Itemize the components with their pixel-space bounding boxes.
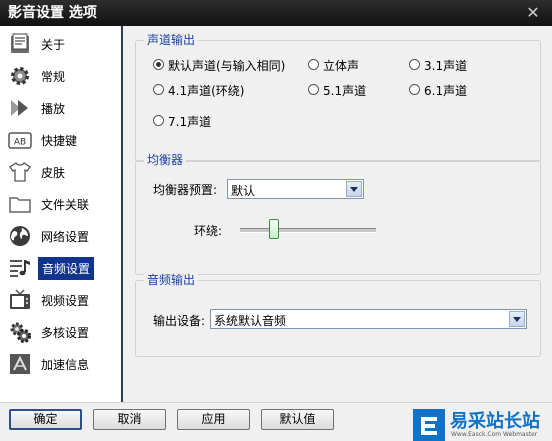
sidebar-item-playback[interactable]: 播放 (0, 92, 120, 124)
radio-label: 5.1声道 (323, 84, 367, 98)
radio-label: 立体声 (323, 59, 360, 73)
radio-label: 7.1声道 (168, 115, 212, 129)
sidebar-item-label: 文件关联 (41, 198, 90, 212)
tv-icon (10, 289, 30, 309)
sidebar-item-video[interactable]: 视频设置 (0, 284, 120, 316)
audio-icon (10, 260, 30, 277)
globe-icon (10, 226, 30, 246)
channel-output-title: 声道输出 (144, 33, 199, 47)
default-values-button[interactable]: 默认值 (261, 409, 334, 430)
close-icon: ✕ (526, 3, 540, 22)
watermark: 易采站长站 Www.Easck.Com Webmaster (413, 409, 552, 441)
keyboard-ab-text: AB (14, 138, 26, 148)
audio-settings-panel: 声道输出 默认声道(与输入相同) 立体声 3.1声道 4.1声道(环绕) 5.1… (125, 26, 552, 402)
play-arrows-icon (11, 100, 28, 116)
sidebar-item-label: 多核设置 (41, 326, 90, 340)
ok-button[interactable]: 确定 (9, 409, 82, 430)
channel-output-group: 声道输出 默认声道(与输入相同) 立体声 3.1声道 4.1声道(环绕) 5.1… (135, 33, 541, 162)
audio-output-group: 音频输出 输出设备: 系统默认音频 (135, 273, 541, 357)
cancel-button[interactable]: 取消 (93, 409, 166, 430)
watermark-subtext: Www.Easck.Com Webmaster (451, 431, 538, 438)
audio-output-title: 音频输出 (144, 273, 199, 287)
radio-label: 3.1声道 (424, 59, 468, 73)
radio-circle (153, 59, 164, 70)
equalizer-preset-select[interactable]: 默认 (227, 179, 364, 199)
radio-circle (409, 59, 420, 70)
radio-circle (153, 115, 164, 126)
output-device-select[interactable]: 系统默认音频 (210, 309, 527, 329)
apply-button[interactable]: 应用 (177, 409, 250, 430)
sidebar-item-label: 视频设置 (41, 294, 90, 308)
sidebar-item-skin[interactable]: 皮肤 (0, 156, 120, 188)
surround-slider-track[interactable] (240, 228, 376, 233)
sidebar: 关于 常规 播放 AB 快捷键 皮肤 文件关联 网络设置 音频设置 视频设置 多… (0, 26, 123, 402)
sidebar-item-label: 常规 (41, 70, 66, 84)
watermark-text: 易采站长站 (450, 411, 540, 432)
radio-label: 4.1声道(环绕) (168, 84, 245, 98)
chevron-down-icon (509, 311, 525, 327)
sidebar-item-label: 快捷键 (41, 134, 78, 148)
book-icon (11, 33, 29, 53)
sidebar-item-hotkeys[interactable]: AB 快捷键 (0, 124, 120, 156)
sidebar-item-multicore[interactable]: 多核设置 (0, 316, 120, 348)
equalizer-preset-value: 默认 (231, 184, 256, 198)
window-title: 影音设置 选项 (8, 5, 97, 21)
keyboard-ab-icon: AB (8, 132, 32, 149)
gear-icon (11, 67, 29, 85)
button-bar: 确定 取消 应用 默认值 易采站长站 Www.Easck.Com Webmast… (0, 402, 552, 441)
close-button[interactable]: ✕ (522, 2, 544, 24)
output-device-label: 输出设备: (153, 314, 206, 328)
radio-circle (409, 84, 420, 95)
equalizer-title: 均衡器 (144, 153, 187, 167)
sidebar-item-label: 音频设置 (38, 257, 95, 280)
surround-slider-thumb[interactable] (269, 219, 279, 239)
radio-label: 6.1声道 (424, 84, 468, 98)
shirt-icon (9, 162, 31, 182)
speed-icon (10, 354, 30, 374)
sidebar-item-about[interactable]: 关于 (0, 28, 120, 60)
radio-circle (308, 59, 319, 70)
sidebar-item-general[interactable]: 常规 (0, 60, 120, 92)
sidebar-item-label: 播放 (41, 102, 66, 116)
radio-circle (308, 84, 319, 95)
sidebar-item-label: 皮肤 (41, 166, 66, 180)
surround-label: 环绕: (194, 224, 223, 238)
equalizer-preset-label: 均衡器预置: (153, 183, 218, 197)
radio-selected-dot (156, 62, 161, 67)
folder-icon (9, 197, 31, 213)
sidebar-item-label: 网络设置 (41, 230, 90, 244)
sidebar-item-audio[interactable]: 音频设置 (0, 252, 120, 284)
radio-label: 默认声道(与输入相同) (168, 59, 286, 73)
sidebar-item-label: 加速信息 (41, 358, 90, 372)
sidebar-item-file-association[interactable]: 文件关联 (0, 188, 120, 220)
sidebar-item-label: 关于 (41, 38, 66, 52)
sidebar-item-acceleration[interactable]: 加速信息 (0, 348, 120, 380)
sidebar-item-network[interactable]: 网络设置 (0, 220, 120, 252)
equalizer-group: 均衡器 均衡器预置: 默认 环绕: (135, 153, 541, 275)
title-bar: 影音设置 选项 ✕ (0, 0, 552, 26)
output-device-value: 系统默认音频 (214, 314, 287, 328)
radio-circle (153, 84, 164, 95)
chevron-down-icon (346, 181, 362, 197)
multicore-gear-icon (10, 322, 31, 343)
watermark-logo-icon (413, 409, 445, 441)
